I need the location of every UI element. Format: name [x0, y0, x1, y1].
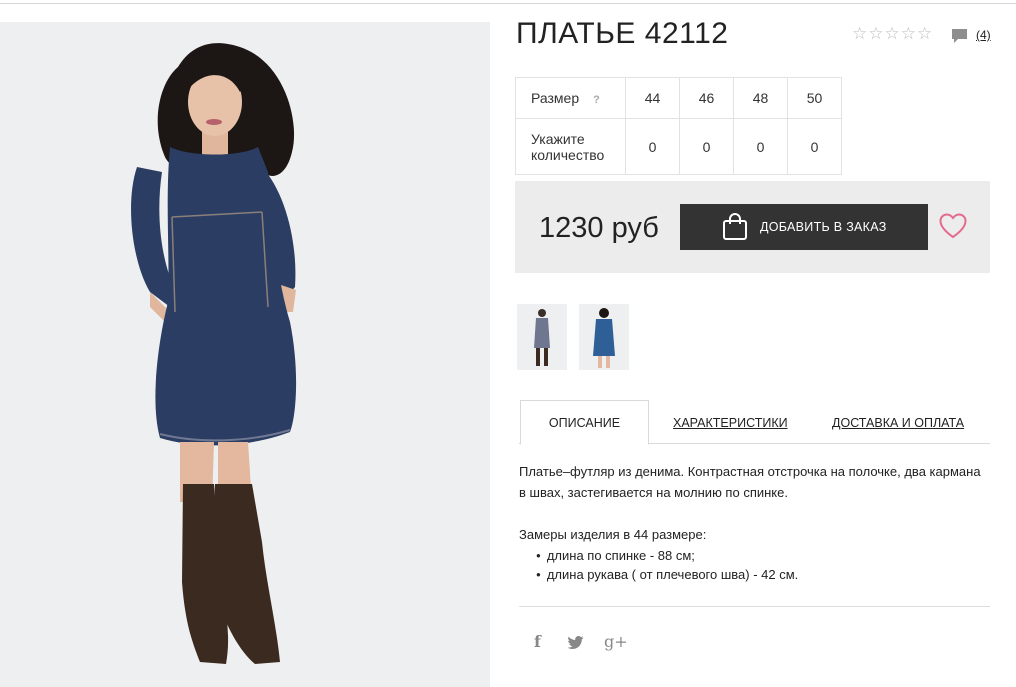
quantity-input[interactable]: 0 — [679, 118, 734, 175]
size-row: Размер? 44 46 48 50 — [515, 77, 842, 119]
twitter-icon[interactable] — [567, 634, 584, 653]
quantity-input[interactable]: 0 — [733, 118, 788, 175]
shopping-bag-icon — [722, 213, 748, 241]
price-box: 1230 руб ДОБАВИТЬ В ЗАКАЗ — [515, 181, 990, 273]
star-outline-icon[interactable]: ☆ — [901, 25, 916, 42]
star-outline-icon[interactable]: ☆ — [868, 25, 883, 42]
size-value: 50 — [787, 77, 842, 119]
product-price: 1230 руб — [539, 212, 659, 244]
product-thumbnail[interactable] — [517, 304, 567, 370]
list-item: длина по спинке - 88 см; — [536, 547, 798, 566]
tab-description[interactable]: ОПИСАНИЕ — [520, 400, 649, 445]
rating-stars[interactable]: ☆ ☆ ☆ ☆ ☆ — [852, 25, 932, 42]
size-label-cell: Размер? — [515, 77, 626, 119]
size-value: 46 — [679, 77, 734, 119]
facebook-icon[interactable]: f — [534, 632, 541, 651]
comment-icon[interactable] — [951, 28, 968, 50]
quantity-row: Укажите количество 0 0 0 0 — [515, 118, 842, 175]
star-outline-icon[interactable]: ☆ — [885, 25, 900, 42]
product-title: ПЛАТЬЕ 42112 — [516, 17, 729, 50]
size-help-icon[interactable]: ? — [593, 94, 600, 106]
size-label: Размер — [531, 90, 580, 106]
tab-characteristics[interactable]: ХАРАКТЕРИСТИКИ — [673, 416, 788, 430]
measurements-list: длина по спинке - 88 см; длина рукава ( … — [536, 547, 798, 585]
quantity-label: Укажите количество — [531, 130, 605, 163]
review-count-link[interactable]: (4) — [976, 28, 991, 42]
size-value: 48 — [733, 77, 788, 119]
bottom-divider — [519, 606, 990, 607]
list-item: длина рукава ( от плечевого шва) - 42 см… — [536, 566, 798, 585]
google-plus-icon[interactable]: g+ — [604, 632, 628, 651]
quantity-input[interactable]: 0 — [787, 118, 842, 175]
add-to-order-label: ДОБАВИТЬ В ЗАКАЗ — [760, 220, 887, 234]
add-to-order-button[interactable]: ДОБАВИТЬ В ЗАКАЗ — [680, 204, 928, 250]
measurements-title: Замеры изделия в 44 размере: — [519, 527, 707, 542]
star-outline-icon[interactable]: ☆ — [852, 25, 867, 42]
star-outline-icon[interactable]: ☆ — [917, 25, 932, 42]
size-value: 44 — [625, 77, 680, 119]
quantity-label-cell: Укажите количество — [515, 118, 626, 175]
tab-delivery[interactable]: ДОСТАВКА И ОПЛАТА — [832, 416, 964, 430]
product-description: Платье–футляр из денима. Контрастная отс… — [519, 464, 981, 500]
product-thumbnail[interactable] — [579, 304, 629, 370]
top-divider — [0, 3, 1016, 4]
quantity-input[interactable]: 0 — [625, 118, 680, 175]
size-table: Размер? 44 46 48 50 Укажите количество 0… — [515, 77, 842, 175]
product-photo — [0, 22, 490, 687]
heart-icon[interactable] — [939, 213, 967, 244]
